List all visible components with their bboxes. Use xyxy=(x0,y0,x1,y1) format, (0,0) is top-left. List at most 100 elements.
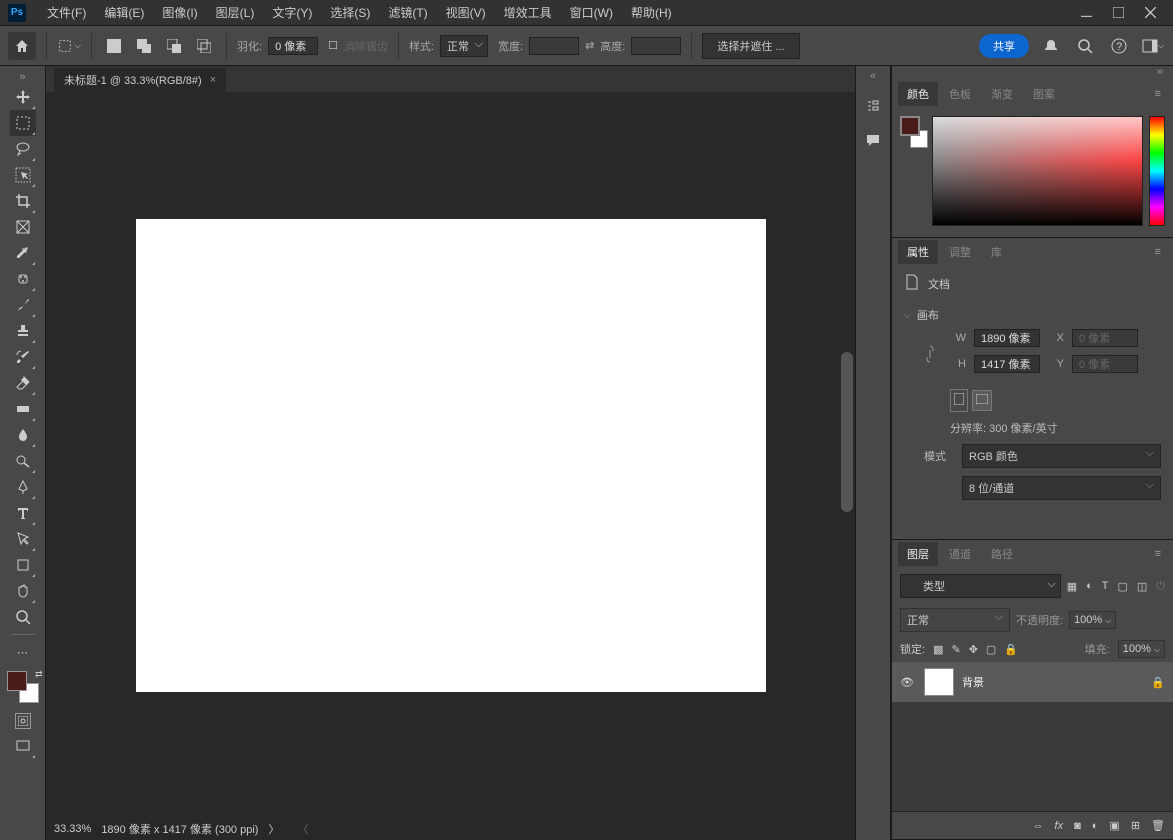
visibility-icon[interactable]: 👁 xyxy=(900,676,916,689)
feather-input[interactable] xyxy=(268,37,318,55)
filter-pixel-icon[interactable]: ▦ xyxy=(1067,580,1077,593)
menu-type[interactable]: 文字(Y) xyxy=(263,1,321,24)
zoom-tool[interactable] xyxy=(10,604,36,630)
swap-wh-icon[interactable]: ⇄ xyxy=(585,39,594,52)
layer-filter-select[interactable]: 类型⌵ xyxy=(900,574,1061,598)
mask-icon[interactable]: ◙ xyxy=(1074,820,1081,832)
share-button[interactable]: 共享 xyxy=(979,34,1029,58)
canvas-viewport[interactable] xyxy=(46,92,855,818)
color-field[interactable] xyxy=(932,116,1143,226)
close-tab-icon[interactable]: × xyxy=(210,74,216,86)
tool-preset-icon[interactable]: ⌵ xyxy=(57,34,81,58)
menu-view[interactable]: 视图(V) xyxy=(437,1,495,24)
expand-dock-icon[interactable]: « xyxy=(856,70,890,84)
healing-tool[interactable] xyxy=(10,266,36,292)
tab-channels[interactable]: 通道 xyxy=(940,542,980,566)
menu-file[interactable]: 文件(F) xyxy=(38,1,95,24)
hue-slider[interactable] xyxy=(1149,116,1165,226)
panel-menu-icon[interactable]: ≡ xyxy=(1149,86,1167,102)
new-layer-icon[interactable]: ⊞ xyxy=(1131,819,1140,832)
filter-adjust-icon[interactable]: ◐ xyxy=(1086,580,1093,593)
menu-image[interactable]: 图像(I) xyxy=(153,1,206,24)
marquee-tool[interactable] xyxy=(10,110,36,136)
menu-filter[interactable]: 滤镜(T) xyxy=(379,1,436,24)
filter-shape-icon[interactable]: ▢ xyxy=(1117,580,1127,593)
document-tab[interactable]: 未标题-1 @ 33.3%(RGB/8#) × xyxy=(54,68,226,92)
brush-tool[interactable] xyxy=(10,292,36,318)
minimize-button[interactable] xyxy=(1071,3,1101,23)
adjustment-icon[interactable]: ◐ xyxy=(1092,820,1099,832)
subtract-selection-icon[interactable] xyxy=(162,34,186,58)
type-tool[interactable] xyxy=(10,500,36,526)
zoom-level[interactable]: 33.33% xyxy=(54,823,91,835)
layer-name[interactable]: 背景 xyxy=(962,674,1143,690)
bit-depth-select[interactable]: 8 位/通道 xyxy=(962,476,1161,500)
eyedropper-tool[interactable] xyxy=(10,240,36,266)
move-tool[interactable] xyxy=(10,84,36,110)
fg-swatch[interactable] xyxy=(900,116,920,136)
opacity-input[interactable]: 100% ⌵ xyxy=(1069,611,1116,629)
panel-menu-icon[interactable]: ≡ xyxy=(1149,244,1167,260)
tab-gradients[interactable]: 渐变 xyxy=(982,82,1022,106)
screen-mode-icon[interactable] xyxy=(10,733,36,759)
path-select-tool[interactable] xyxy=(10,526,36,552)
search-icon[interactable] xyxy=(1073,34,1097,58)
intersect-selection-icon[interactable] xyxy=(192,34,216,58)
workspace-icon[interactable]: ⌵ xyxy=(1141,34,1165,58)
tab-libraries[interactable]: 库 xyxy=(982,240,1011,264)
vertical-scrollbar[interactable] xyxy=(841,352,853,512)
add-selection-icon[interactable] xyxy=(132,34,156,58)
comments-panel-icon[interactable] xyxy=(861,128,885,152)
menu-layer[interactable]: 图层(L) xyxy=(207,1,264,24)
eraser-tool[interactable] xyxy=(10,370,36,396)
document-dimensions[interactable]: 1890 像素 x 1417 像素 (300 ppi) xyxy=(101,821,258,837)
filter-toggle-icon[interactable]: ⏻ xyxy=(1156,580,1165,593)
lock-artboard-icon[interactable]: ▢ xyxy=(986,643,996,656)
maximize-button[interactable] xyxy=(1103,3,1133,23)
link-layers-icon[interactable]: ⇔ xyxy=(1033,820,1044,832)
canvas[interactable] xyxy=(136,219,766,692)
quickmask-icon[interactable] xyxy=(15,713,31,729)
tab-adjustments[interactable]: 调整 xyxy=(940,240,980,264)
lock-paint-icon[interactable]: ✎ xyxy=(951,643,960,656)
dodge-tool[interactable] xyxy=(10,448,36,474)
lock-all-icon[interactable]: 🔒 xyxy=(1004,643,1018,656)
color-swatches[interactable]: ⇄ xyxy=(7,671,39,703)
crop-tool[interactable] xyxy=(10,188,36,214)
new-selection-icon[interactable] xyxy=(102,34,126,58)
menu-window[interactable]: 窗口(W) xyxy=(561,1,622,24)
hand-tool[interactable] xyxy=(10,578,36,604)
tab-patterns[interactable]: 图案 xyxy=(1024,82,1064,106)
filter-type-icon[interactable]: T xyxy=(1102,580,1109,593)
lasso-tool[interactable] xyxy=(10,136,36,162)
width-field[interactable] xyxy=(974,329,1040,347)
fx-icon[interactable]: fx xyxy=(1055,820,1064,832)
panel-menu-icon[interactable]: ≡ xyxy=(1149,546,1167,562)
menu-help[interactable]: 帮助(H) xyxy=(622,1,681,24)
home-button[interactable] xyxy=(8,32,36,60)
select-and-mask-button[interactable]: 选择并遮住 ... xyxy=(702,33,799,59)
status-chevron-icon[interactable]: 〉 xyxy=(268,821,279,837)
collapse-panels-icon[interactable]: » xyxy=(892,66,1173,80)
blend-mode-select[interactable]: 正常 xyxy=(900,608,1010,632)
edit-toolbar-icon[interactable]: ⋯ xyxy=(10,639,36,665)
tab-swatches[interactable]: 色板 xyxy=(940,82,980,106)
lock-position-icon[interactable]: ✥ xyxy=(969,643,978,656)
expand-toolbar-icon[interactable]: » xyxy=(0,70,45,84)
filter-smart-icon[interactable]: ◫ xyxy=(1137,580,1147,593)
history-panel-icon[interactable] xyxy=(861,94,885,118)
tab-properties[interactable]: 属性 xyxy=(898,240,938,264)
layer-thumbnail[interactable] xyxy=(924,668,954,696)
close-button[interactable] xyxy=(1135,3,1165,23)
shape-tool[interactable] xyxy=(10,552,36,578)
delete-icon[interactable]: 🗑 xyxy=(1151,819,1165,832)
color-mode-select[interactable]: RGB 颜色 xyxy=(962,444,1161,468)
color-panel-swatches[interactable] xyxy=(900,116,926,142)
fill-input[interactable]: 100% ⌵ xyxy=(1118,640,1165,658)
height-field[interactable] xyxy=(974,355,1040,373)
link-icon[interactable] xyxy=(924,344,936,367)
layer-item[interactable]: 👁 背景 🔒 xyxy=(892,662,1173,702)
blur-tool[interactable] xyxy=(10,422,36,448)
frame-tool[interactable] xyxy=(10,214,36,240)
help-icon[interactable]: ? xyxy=(1107,34,1131,58)
